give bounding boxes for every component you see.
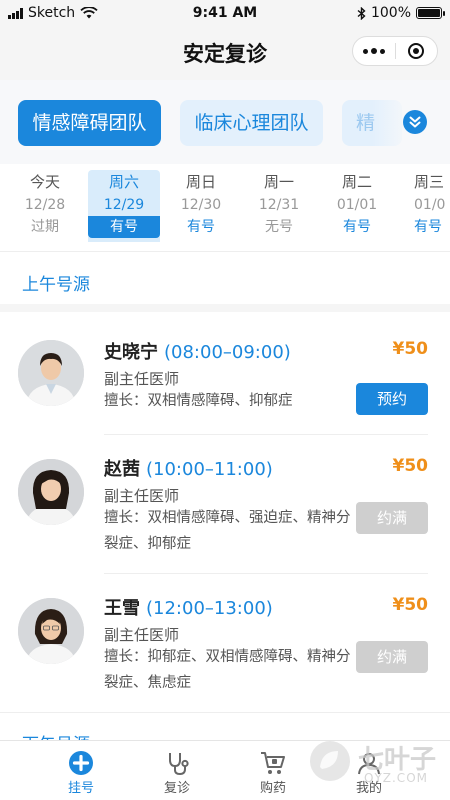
watermark: 七叶子 QYZ.COM (300, 725, 450, 800)
date-status: 有号 (187, 219, 215, 235)
battery-percent: 100% (370, 5, 411, 21)
battery-icon (416, 7, 445, 19)
date-weekday: 周二 (341, 173, 372, 191)
doctor-avatar (18, 598, 84, 664)
date-status: 有号 (88, 216, 160, 238)
status-right: 100% (357, 5, 445, 21)
close-miniprogram-icon[interactable] (396, 43, 437, 59)
nav-bar: 安定复诊 (0, 26, 450, 80)
team-tabs: 情感障碍团队 临床心理团队 精 (0, 80, 450, 164)
doctor-card: 赵茜 (10:00–11:00) 副主任医师 擅长：双相情感障碍、强迫症、精神分裂… (0, 435, 450, 573)
doctor-title: 副主任医师 (104, 487, 180, 505)
expand-teams-button[interactable] (403, 110, 427, 134)
date-day: 12/31 (258, 197, 300, 213)
doctor-name: 赵茜 (104, 459, 140, 480)
doctor-specialty: 擅长：双相情感障碍、抑郁症 (104, 393, 293, 409)
tab-label: 挂号 (67, 781, 94, 796)
tab-followup[interactable]: 复诊 (129, 741, 225, 800)
doctor-time-slot: (10:00–11:00) (146, 459, 273, 480)
team-tab-clinical-psychology[interactable]: 临床心理团队 (180, 100, 323, 146)
doctor-title: 副主任医师 (104, 626, 180, 644)
book-button[interactable]: 预约 (356, 383, 428, 415)
doctor-avatar (18, 459, 84, 525)
double-chevron-down-icon (409, 116, 421, 128)
stethoscope-icon (169, 753, 189, 776)
leaf-logo-icon (310, 741, 350, 781)
row-divider (0, 712, 450, 713)
date-item[interactable]: 周二 01/01 有号 (321, 170, 393, 242)
fully-booked-button[interactable]: 约满 (356, 502, 428, 534)
date-item[interactable]: 今天 12/28 过期 (9, 170, 81, 242)
cart-icon (261, 752, 285, 774)
date-day: 01/01 (336, 197, 378, 213)
date-status: 过期 (31, 219, 59, 235)
section-divider (0, 304, 450, 312)
more-icon[interactable] (353, 48, 395, 54)
date-weekday: 周一 (263, 173, 294, 191)
team-tab-affective[interactable]: 情感障碍团队 (18, 100, 161, 146)
fully-booked-button[interactable]: 约满 (356, 641, 428, 673)
date-day: 12/28 (24, 197, 66, 213)
date-item[interactable]: 周日 12/30 有号 (165, 170, 237, 242)
date-item-partial[interactable]: 周三 01/0 有号 (398, 170, 450, 242)
tab-label: 复诊 (163, 781, 190, 796)
doctor-card: 史晓宁 (08:00–09:00) 副主任医师 擅长：双相情感障碍、抑郁症 ¥50… (0, 312, 450, 434)
date-day: 12/30 (180, 197, 222, 213)
date-item[interactable]: 周一 12/31 无号 (243, 170, 315, 242)
doctor-name-line: 王雪 (12:00–13:00) (104, 594, 273, 620)
doctor-price: ¥50 (392, 339, 429, 359)
doctor-price: ¥50 (392, 456, 429, 476)
tab-register[interactable]: 挂号 (33, 741, 129, 800)
plus-circle-icon (69, 751, 93, 775)
date-weekday: 周六 (108, 173, 139, 191)
date-weekday: 今天 (29, 173, 60, 191)
doctor-specialty: 擅长：抑郁症、双相情感障碍、精神分裂症、焦虑症 (104, 649, 351, 691)
doctor-title: 副主任医师 (104, 370, 180, 388)
doctor-name: 王雪 (104, 598, 140, 619)
status-bar: Sketch 9:41 AM 100% (0, 0, 450, 26)
doctor-name: 史晓宁 (104, 342, 158, 363)
miniprogram-capsule (352, 36, 438, 66)
doctor-name-line: 赵茜 (10:00–11:00) (104, 455, 273, 481)
date-status: 无号 (265, 219, 293, 235)
date-day: 12/29 (103, 197, 145, 213)
date-selector: 今天 12/28 过期 周六 12/29 有号 周日 12/30 有号 周一 1… (0, 164, 450, 252)
doctor-time-slot: (08:00–09:00) (164, 342, 291, 363)
doctor-specialty: 擅长：双相情感障碍、强迫症、精神分裂症、抑郁症 (104, 510, 351, 552)
date-day: 01/0 (414, 197, 446, 213)
doctor-time-slot: (12:00–13:00) (146, 598, 273, 619)
watermark-subtext: QYZ.COM (364, 771, 428, 785)
bluetooth-icon (357, 6, 366, 20)
date-weekday: 周日 (185, 173, 216, 191)
date-weekday: 周三 (414, 173, 445, 191)
doctor-card: 王雪 (12:00–13:00) 副主任医师 擅长：抑郁症、双相情感障碍、精神分裂… (0, 574, 450, 712)
doctor-price: ¥50 (392, 595, 429, 615)
date-status: 有号 (343, 219, 371, 235)
date-item-selected[interactable]: 周六 12/29 有号 (88, 170, 160, 242)
date-status: 有号 (414, 219, 442, 235)
doctor-name-line: 史晓宁 (08:00–09:00) (104, 338, 291, 364)
doctor-avatar (18, 340, 84, 406)
morning-section-title: 上午号源 (22, 275, 90, 295)
